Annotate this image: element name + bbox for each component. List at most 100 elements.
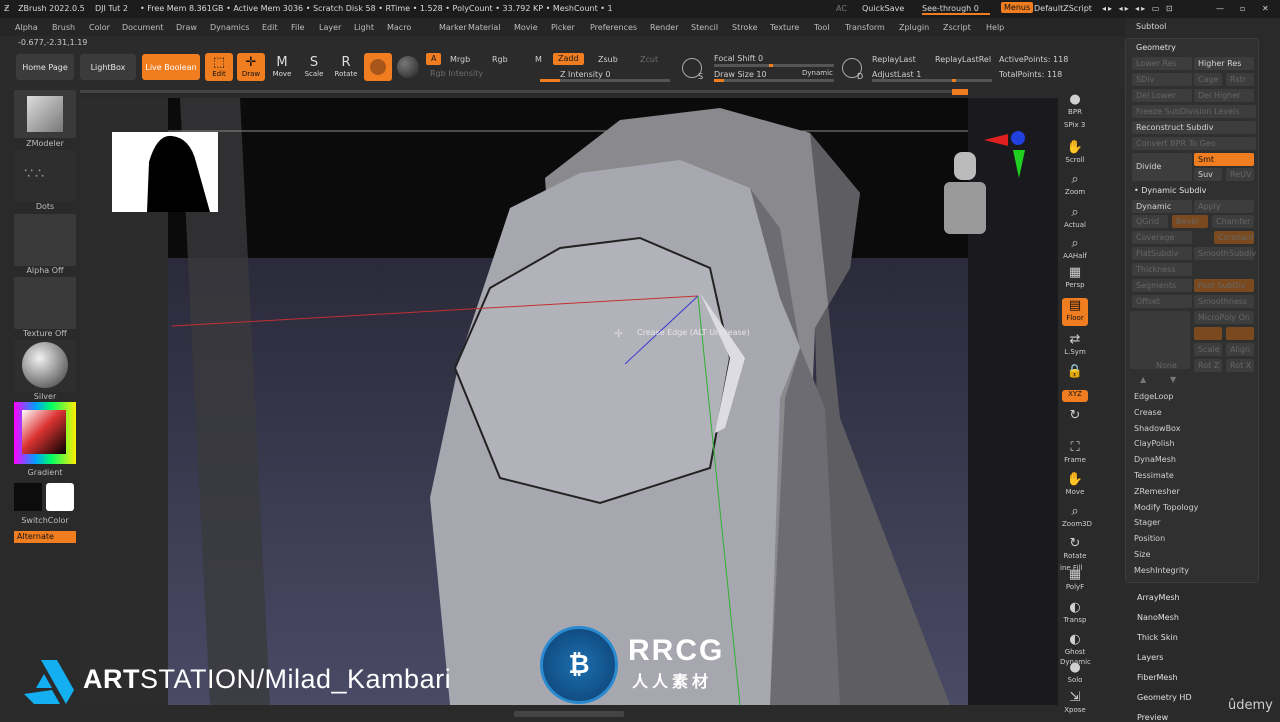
segments-slider[interactable]: Segments: [1132, 279, 1192, 292]
draw-size-track[interactable]: [714, 79, 834, 82]
subpalette-thick-skin[interactable]: Thick Skin: [1137, 633, 1178, 642]
reuv-button[interactable]: ReUV: [1226, 168, 1254, 181]
subpalette-meshintegrity[interactable]: MeshIntegrity: [1134, 566, 1189, 575]
ac-label[interactable]: AC: [836, 4, 847, 13]
menu-alpha[interactable]: Alpha: [15, 23, 38, 32]
xyz-button[interactable]: ✶XYZ: [1062, 390, 1088, 402]
subpalette-position[interactable]: Position: [1134, 534, 1165, 543]
maximize-icon[interactable]: ▫: [1240, 4, 1245, 13]
main-color-swatch[interactable]: [14, 483, 42, 511]
bevel-toggle[interactable]: Bevel: [1172, 215, 1208, 228]
adjust-last-slider[interactable]: AdjustLast 1: [872, 70, 921, 79]
menu-zscript[interactable]: Zscript: [943, 23, 971, 32]
move-mode-button[interactable]: M Move: [268, 53, 296, 81]
color-square[interactable]: [22, 410, 66, 454]
rgb-intensity-slider[interactable]: Rgb Intensity: [430, 69, 483, 78]
lightbox-button[interactable]: LightBox: [80, 54, 136, 80]
menu-macro[interactable]: Macro: [387, 23, 411, 32]
apply-button[interactable]: Apply: [1194, 200, 1254, 213]
subpalette-crease[interactable]: Crease: [1134, 408, 1162, 417]
spix-slider[interactable]: SPix 3: [1064, 121, 1085, 129]
menu-dynamics[interactable]: Dynamics: [210, 23, 249, 32]
draw-size-slider[interactable]: Draw Size 10: [714, 70, 767, 79]
coverage-slider[interactable]: Coverage: [1132, 231, 1192, 244]
qgrid-slider[interactable]: QGrid: [1132, 215, 1168, 228]
menu-material[interactable]: Material: [468, 23, 501, 32]
subpalette-modify-topology[interactable]: Modify Topology: [1134, 503, 1198, 512]
menu-stencil[interactable]: Stencil: [691, 23, 718, 32]
menu-draw[interactable]: Draw: [176, 23, 197, 32]
flat-subdiv-slider[interactable]: FlatSubdiv: [1132, 247, 1192, 260]
menu-transform[interactable]: Transform: [845, 23, 885, 32]
edit-mode-button[interactable]: ⬚ Edit: [205, 53, 233, 81]
rotate-button[interactable]: ↻ Rotate: [1062, 536, 1088, 564]
subpalette-claypolish[interactable]: ClayPolish: [1134, 439, 1175, 448]
micropoly-align-toggle[interactable]: Align: [1226, 343, 1254, 356]
dynamic-subdiv-header[interactable]: • Dynamic Subdiv: [1134, 186, 1206, 195]
dynamic-subdiv-toggle[interactable]: Dynamic: [1132, 200, 1192, 213]
constant-toggle[interactable]: Constant: [1214, 231, 1254, 244]
menu-zplugin[interactable]: Zplugin: [899, 23, 929, 32]
subpalette-shadowbox[interactable]: ShadowBox: [1134, 424, 1180, 433]
menu-texture[interactable]: Texture: [770, 23, 799, 32]
bpr-button[interactable]: ● BPR: [1062, 92, 1088, 120]
secondary-color-swatch[interactable]: [46, 483, 74, 511]
rgb-toggle[interactable]: Rgb: [492, 55, 508, 64]
a-toggle[interactable]: A: [426, 53, 442, 65]
smooth-subdiv-slider[interactable]: SmoothSubdiv: [1194, 247, 1256, 260]
material-button[interactable]: [14, 340, 76, 392]
freeze-subdiv-button[interactable]: Freeze SubDivision Levels: [1132, 105, 1256, 118]
aahalf-button[interactable]: ⌕ AAHalf: [1062, 236, 1088, 264]
cage-button[interactable]: Cage: [1194, 73, 1222, 86]
micropoly-opt-b[interactable]: [1226, 327, 1254, 340]
menu-stroke[interactable]: Stroke: [732, 23, 758, 32]
material-swatch-button[interactable]: [364, 53, 392, 81]
del-higher-button[interactable]: Del Higher: [1194, 89, 1254, 102]
replay-last-button[interactable]: ReplayLast: [872, 55, 916, 64]
color-picker[interactable]: [14, 402, 76, 464]
suv-toggle[interactable]: Suv: [1194, 168, 1222, 181]
subpalette-edgeloop[interactable]: EdgeLoop: [1134, 392, 1173, 401]
xpose-button[interactable]: ⇲ Xpose: [1062, 690, 1088, 718]
lock-button[interactable]: 🔒: [1062, 364, 1088, 392]
scroll-button[interactable]: ✋ Scroll: [1062, 140, 1088, 168]
subpalette-tessimate[interactable]: Tessimate: [1134, 471, 1174, 480]
alternate-toggle[interactable]: Alternate: [14, 531, 76, 543]
zmodeler-brush-button[interactable]: [14, 90, 76, 138]
convert-bpr-button[interactable]: Convert BPR To Geo: [1132, 137, 1256, 150]
menu-edit[interactable]: Edit: [262, 23, 278, 32]
menu-file[interactable]: File: [291, 23, 304, 32]
menu-color[interactable]: Color: [89, 23, 110, 32]
offset-slider[interactable]: Offset: [1132, 295, 1192, 308]
del-lower-button[interactable]: Del Lower: [1132, 89, 1192, 102]
subpalette-geometry-hd[interactable]: Geometry HD: [1137, 693, 1192, 702]
rotate-mode-button[interactable]: R Rotate: [332, 53, 360, 81]
menus-toggle[interactable]: Menus: [1001, 2, 1034, 13]
scale-mode-button[interactable]: S Scale: [300, 53, 328, 81]
live-boolean-button[interactable]: Live Boolean: [142, 54, 200, 80]
reference-thumbnail[interactable]: [112, 132, 218, 212]
menu-brush[interactable]: Brush: [52, 23, 75, 32]
post-subdiv-toggle[interactable]: Post SubDiv: [1194, 279, 1254, 292]
3d-viewport[interactable]: ✛: [80, 98, 1090, 705]
subpalette-layers[interactable]: Layers: [1137, 653, 1163, 662]
alpha-button[interactable]: [14, 214, 76, 266]
quicksave-button[interactable]: QuickSave: [862, 4, 904, 13]
move-button[interactable]: ✋ Move: [1062, 472, 1088, 500]
zoom-button[interactable]: ⌕ Zoom: [1062, 172, 1088, 200]
divide-button[interactable]: Divide: [1132, 153, 1192, 181]
subpalette-dynamesh[interactable]: DynaMesh: [1134, 455, 1176, 464]
switch-color-button[interactable]: SwitchColor: [14, 516, 76, 525]
m-toggle[interactable]: M: [535, 55, 542, 64]
actual-button[interactable]: ⌕ Actual: [1062, 205, 1088, 233]
replay-last-rel-button[interactable]: ReplayLastRel: [935, 55, 991, 64]
menu-layer[interactable]: Layer: [319, 23, 341, 32]
menu-preferences[interactable]: Preferences: [590, 23, 637, 32]
focal-shift-track[interactable]: [714, 64, 834, 67]
axis-gizmo-icon[interactable]: [980, 128, 1030, 184]
frame-button[interactable]: ⛶ Frame: [1062, 440, 1088, 468]
window-controls-icon[interactable]: ◂▸ ◂▸ ◂▸ ▭ ⊡: [1102, 4, 1175, 13]
zadd-toggle[interactable]: Zadd: [553, 53, 584, 65]
subpalette-fibermesh[interactable]: FiberMesh: [1137, 673, 1178, 682]
micropoly-rotx-slider[interactable]: Rot X: [1226, 359, 1254, 372]
